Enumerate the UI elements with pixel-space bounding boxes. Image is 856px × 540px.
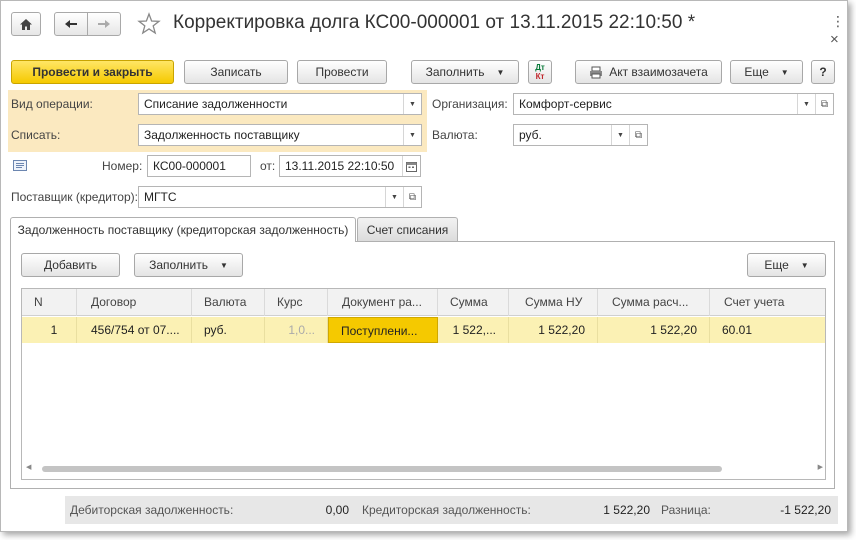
organization-select[interactable]: Комфорт-сервис ▼ ⧉ [513, 93, 834, 115]
column-header-n[interactable]: N [22, 289, 77, 316]
operation-type-value: Списание задолженности [144, 97, 288, 111]
post-and-close-button[interactable]: Провести и закрыть [11, 60, 174, 84]
totals-bar: Дебиторская задолженность: 0,00 Кредитор… [65, 496, 838, 524]
column-header-amount[interactable]: Сумма [438, 289, 509, 316]
column-header-account[interactable]: Счет учета [710, 289, 825, 316]
kt-icon-label: Кт [535, 72, 545, 81]
cell-n[interactable]: 1 [22, 317, 77, 343]
offset-act-button[interactable]: Акт взаимозачета [575, 60, 722, 84]
column-header-currency[interactable]: Валюта [192, 289, 265, 316]
table-row[interactable]: 1 456/754 от 07.... руб. 1,0... Поступле… [22, 317, 825, 343]
debt-table[interactable]: N Договор Валюта Курс Документ ра... Сум… [21, 288, 826, 480]
scroll-left-icon[interactable]: ◀ [26, 463, 31, 471]
cell-account[interactable]: 60.01 [710, 317, 825, 343]
chevron-down-icon[interactable]: ▼ [403, 94, 421, 114]
number-field[interactable]: КС00-000001 [147, 155, 251, 177]
dt-icon-label: Дт [535, 63, 545, 72]
horizontal-scrollbar[interactable]: ◀ ▶ [26, 464, 823, 473]
chevron-down-icon: ▼ [780, 67, 789, 77]
write-off-select[interactable]: Задолженность поставщику ▼ [138, 124, 422, 146]
more-button-label: Еще [744, 65, 769, 79]
column-header-contract[interactable]: Договор [77, 289, 192, 316]
column-header-rate[interactable]: Курс [265, 289, 328, 316]
document-window: Корректировка долга КС00-000001 от 13.11… [0, 0, 848, 532]
back-button[interactable] [54, 12, 88, 36]
cell-settlement-doc[interactable]: Поступлени... [328, 317, 438, 343]
scroll-right-icon[interactable]: ▶ [818, 463, 823, 471]
date-field[interactable]: 13.11.2015 22:10:50 [279, 155, 421, 177]
post-button[interactable]: Провести [297, 60, 387, 84]
supplier-value: МГТС [144, 190, 177, 204]
offset-act-label: Акт взаимозачета [609, 65, 708, 79]
fill-dropdown-button[interactable]: Заполнить ▼ [411, 60, 519, 84]
cell-amount[interactable]: 1 522,... [438, 317, 509, 343]
number-label: Номер: [102, 159, 143, 173]
cell-amount-settlement[interactable]: 1 522,20 [598, 317, 710, 343]
calendar-icon[interactable] [402, 156, 420, 176]
operation-type-label: Вид операции: [11, 97, 93, 111]
chevron-down-icon[interactable]: ▼ [611, 125, 629, 145]
write-off-value: Задолженность поставщику [144, 128, 300, 142]
currency-select[interactable]: руб. ▼ ⧉ [513, 124, 648, 146]
chevron-down-icon[interactable]: ▼ [385, 187, 403, 207]
column-header-amount-tax[interactable]: Сумма НУ [509, 289, 598, 316]
currency-label: Валюта: [432, 128, 478, 142]
credit-total-value: 1 522,20 [603, 503, 650, 517]
open-icon[interactable]: ⧉ [629, 125, 647, 145]
favorite-star-icon[interactable] [137, 12, 161, 39]
date-label: от: [260, 159, 276, 173]
help-button[interactable]: ? [811, 60, 835, 84]
organization-value: Комфорт-сервис [519, 97, 612, 111]
cell-currency[interactable]: руб. [192, 317, 265, 343]
supplier-select[interactable]: МГТС ▼ ⧉ [138, 186, 422, 208]
number-value: КС00-000001 [153, 159, 226, 173]
home-icon [20, 18, 32, 30]
more-button[interactable]: Еще ▼ [730, 60, 803, 84]
difference-value: -1 522,20 [780, 503, 831, 517]
cell-rate[interactable]: 1,0... [265, 317, 328, 343]
save-button[interactable]: Записать [184, 60, 288, 84]
chevron-down-icon: ▼ [800, 260, 809, 270]
debit-total-value: 0,00 [325, 503, 349, 517]
tab-write-off-account[interactable]: Счет списания [357, 217, 458, 241]
home-button[interactable] [11, 12, 41, 36]
debit-total-label: Дебиторская задолженность: [70, 503, 234, 517]
column-header-settlement-doc[interactable]: Документ ра... [328, 289, 438, 316]
chevron-down-icon: ▼ [496, 67, 505, 77]
tab-supplier-debt[interactable]: Задолженность поставщику (кредиторская з… [10, 217, 356, 242]
open-icon[interactable]: ⧉ [403, 187, 421, 207]
table-fill-label: Заполнить [149, 258, 208, 272]
write-off-label: Списать: [11, 128, 61, 142]
credit-total-label: Кредиторская задолженность: [362, 503, 531, 517]
operation-type-select[interactable]: Списание задолженности ▼ [138, 93, 422, 115]
window-title: Корректировка долга КС00-000001 от 13.11… [173, 12, 696, 33]
arrow-right-icon [98, 20, 110, 28]
dt-kt-postings-button[interactable]: Дт Кт [528, 60, 552, 84]
printer-icon [590, 66, 603, 78]
forward-button[interactable] [87, 12, 121, 36]
cell-amount-tax[interactable]: 1 522,20 [509, 317, 598, 343]
close-icon[interactable]: × [830, 31, 839, 48]
cell-contract[interactable]: 456/754 от 07.... [77, 317, 192, 343]
arrow-left-icon [65, 20, 77, 28]
chevron-down-icon[interactable]: ▼ [797, 94, 815, 114]
table-fill-button[interactable]: Заполнить ▼ [134, 253, 243, 277]
currency-value: руб. [519, 128, 542, 142]
column-header-amount-settlement[interactable]: Сумма расч... [598, 289, 710, 316]
fill-button-label: Заполнить [425, 65, 485, 79]
table-more-label: Еще [764, 258, 789, 272]
organization-label: Организация: [432, 97, 508, 111]
more-menu-icon[interactable]: ⋮ [831, 13, 845, 30]
difference-label: Разница: [661, 503, 711, 517]
date-value: 13.11.2015 22:10:50 [285, 159, 395, 173]
document-icon [13, 160, 27, 174]
open-icon[interactable]: ⧉ [815, 94, 833, 114]
chevron-down-icon[interactable]: ▼ [403, 125, 421, 145]
supplier-label: Поставщик (кредитор): [11, 190, 138, 204]
table-more-button[interactable]: Еще ▼ [747, 253, 826, 277]
add-row-button[interactable]: Добавить [21, 253, 120, 277]
scrollbar-thumb[interactable] [42, 466, 722, 472]
table-header: N Договор Валюта Курс Документ ра... Сум… [22, 289, 825, 316]
chevron-down-icon: ▼ [220, 260, 228, 270]
